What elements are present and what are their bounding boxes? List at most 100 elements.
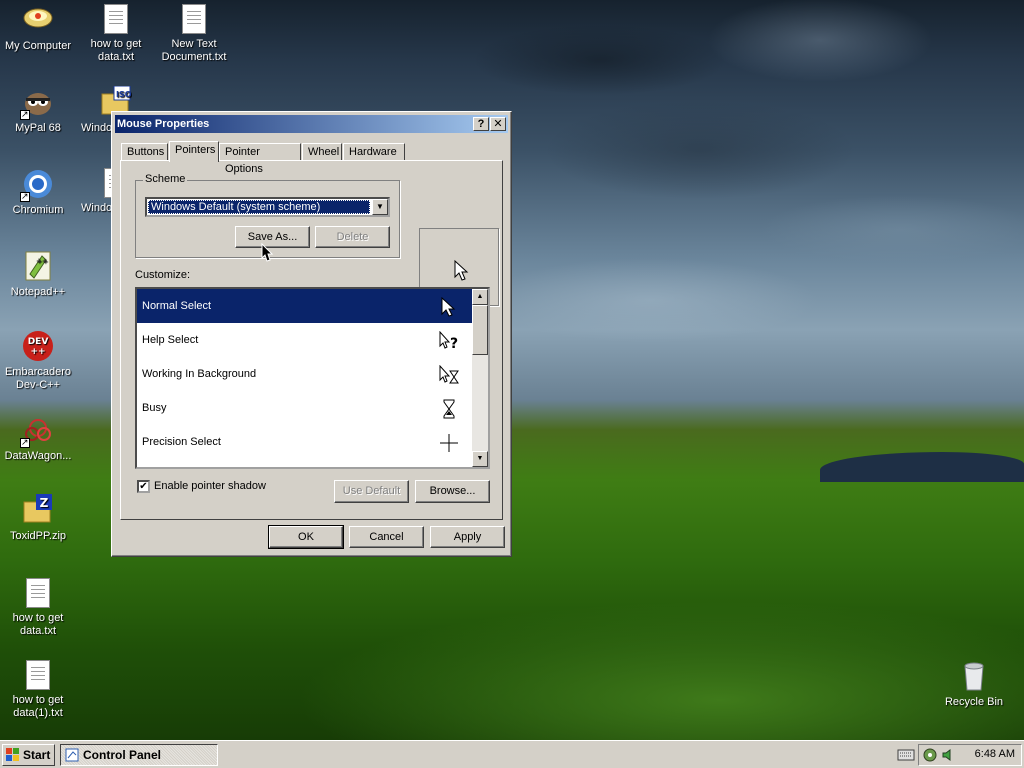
desktop-icon-chromium[interactable]: Chromium xyxy=(0,168,76,217)
control-panel-icon xyxy=(65,748,79,762)
desktop-icon-devcpp[interactable]: DEV ++ Embarcadero Dev-C++ xyxy=(0,330,76,392)
tab-hardware[interactable]: Hardware xyxy=(343,143,405,161)
desktop-icon-label: Embarcadero Dev-C++ xyxy=(4,366,72,391)
notepadpp-icon: ++ xyxy=(22,250,54,282)
shortcut-arrow-icon xyxy=(20,436,30,449)
devcpp-icon: DEV ++ xyxy=(22,330,54,362)
tab-pointer-options[interactable]: Pointer Options xyxy=(219,143,301,175)
list-item-precision-select[interactable]: Precision Select xyxy=(137,425,473,459)
working-pointer-icon xyxy=(439,365,459,384)
desktop-icon-label: how to get data.txt xyxy=(90,38,142,63)
desktop-icon-label: Chromium xyxy=(12,204,64,216)
pointers-tab-panel: Scheme Windows Default (system scheme) ▼… xyxy=(120,160,503,520)
start-label: Start xyxy=(23,748,51,762)
scheme-group-label: Scheme xyxy=(143,173,188,185)
start-button[interactable]: Start xyxy=(2,744,55,766)
desktop-icon-new-text-document[interactable]: New Text Document.txt xyxy=(156,4,232,64)
svg-text:Z: Z xyxy=(40,496,49,510)
taskbar-item-label: Control Panel xyxy=(83,748,162,762)
dialog-title: Mouse Properties xyxy=(117,118,210,130)
scroll-down-icon[interactable]: ▼ xyxy=(472,451,488,467)
windows-logo-icon xyxy=(6,748,19,761)
help-pointer-icon: ? xyxy=(439,331,458,351)
desktop-icon-recycle-bin[interactable]: Recycle Bin xyxy=(936,660,1012,709)
desktop-icon-label: Notepad++ xyxy=(10,286,66,298)
desktop-icon-label: how to get data.txt xyxy=(12,612,64,637)
hourglass-icon xyxy=(443,399,455,419)
mouse-cursor-icon xyxy=(261,243,274,262)
cancel-button[interactable]: Cancel xyxy=(349,526,424,548)
use-default-button[interactable]: Use Default xyxy=(334,480,409,503)
desktop-icon-my-computer[interactable]: My Computer xyxy=(0,4,76,53)
help-button[interactable]: ? xyxy=(473,117,489,131)
list-item-label: Busy xyxy=(142,402,167,414)
scroll-up-icon[interactable]: ▲ xyxy=(472,289,488,305)
close-button[interactable]: ✕ xyxy=(490,117,506,131)
desktop-icon-how-to-get-data-2[interactable]: how to get data.txt xyxy=(0,578,76,638)
desktop-icon-label: My Computer xyxy=(4,40,72,52)
shortcut-arrow-icon xyxy=(20,190,30,203)
scrollbar-thumb[interactable] xyxy=(472,305,488,355)
desktop-icon-label: Recycle Bin xyxy=(944,696,1004,708)
desktop-icon-how-to-get-data[interactable]: how to get data.txt xyxy=(78,4,154,64)
pointer-shadow-checkbox[interactable]: ✔ xyxy=(137,480,150,493)
desktop-icon-datawagon[interactable]: DataWagon... xyxy=(0,414,76,463)
pointer-shadow-label: Enable pointer shadow xyxy=(154,480,266,492)
desktop-icon-label: how to get data(1).txt xyxy=(12,694,64,719)
desktop-icon-label: ToxidPP.zip xyxy=(9,530,67,542)
scheme-dropdown[interactable]: Windows Default (system scheme) ▼ xyxy=(145,197,390,217)
network-icon[interactable] xyxy=(923,748,937,762)
desktop-icon-how-to-get-data-1[interactable]: how to get data(1).txt xyxy=(0,660,76,720)
list-item-normal-select[interactable]: Normal Select xyxy=(137,289,473,323)
taskbar: Start Control Panel 6:48 AM xyxy=(0,740,1024,768)
mypal-browser-icon xyxy=(20,86,54,121)
pointer-listbox[interactable]: Normal Select Help Select ? Working In B… xyxy=(135,287,490,469)
chevron-down-icon[interactable]: ▼ xyxy=(372,199,388,215)
chromium-icon xyxy=(20,168,54,203)
list-item-label: Normal Select xyxy=(142,300,212,312)
volume-icon[interactable] xyxy=(941,748,955,762)
tab-wheel[interactable]: Wheel xyxy=(302,143,342,161)
desktop-icon-label: MyPal 68 xyxy=(15,122,61,134)
list-item-label: Help Select xyxy=(142,334,199,346)
desktop-icon-notepadpp[interactable]: ++ Notepad++ xyxy=(0,250,76,299)
arrow-pointer-icon xyxy=(454,259,469,281)
browse-button[interactable]: Browse... xyxy=(415,480,490,503)
text-file-icon xyxy=(182,4,206,34)
arrow-pointer-icon xyxy=(441,297,456,317)
mouse-properties-dialog: Mouse Properties ? ✕ Buttons Pointers Po… xyxy=(111,111,512,557)
list-item-busy[interactable]: Busy xyxy=(137,391,473,425)
dialog-titlebar[interactable]: Mouse Properties ? ✕ xyxy=(115,115,508,133)
tab-pointers[interactable]: Pointers xyxy=(169,141,219,162)
recycle-bin-icon xyxy=(958,660,990,692)
list-scrollbar[interactable]: ▲ ▼ xyxy=(472,289,488,467)
system-tray: 6:48 AM xyxy=(918,744,1022,766)
svg-text:?: ? xyxy=(450,336,458,351)
my-computer-icon xyxy=(22,4,54,36)
keyboard-icon[interactable] xyxy=(897,748,915,762)
desktop-icon-toxidpp-zip[interactable]: Z ToxidPP.zip xyxy=(0,494,76,543)
tab-buttons[interactable]: Buttons xyxy=(121,143,168,161)
datawagon-icon xyxy=(20,414,54,449)
shortcut-arrow-icon xyxy=(20,108,30,121)
list-item-working-in-background[interactable]: Working In Background xyxy=(137,357,473,391)
taskbar-item-control-panel[interactable]: Control Panel xyxy=(60,744,218,766)
text-file-icon xyxy=(104,4,128,34)
text-file-icon xyxy=(26,660,50,690)
clock[interactable]: 6:48 AM xyxy=(975,748,1015,760)
customize-label: Customize: xyxy=(135,269,191,281)
apply-button[interactable]: Apply xyxy=(430,526,505,548)
zip-folder-icon: Z xyxy=(22,494,54,526)
scheme-dropdown-value: Windows Default (system scheme) xyxy=(148,200,370,214)
ok-button[interactable]: OK xyxy=(268,525,344,549)
desktop-icon-label: New Text Document.txt xyxy=(161,38,227,63)
svg-text:DEV: DEV xyxy=(28,337,49,347)
desktop-icon-label: DataWagon... xyxy=(4,450,72,462)
crosshair-icon xyxy=(440,434,458,452)
delete-button[interactable]: Delete xyxy=(315,226,390,248)
svg-text:++: ++ xyxy=(36,257,48,265)
desktop-icon-mypal[interactable]: MyPal 68 xyxy=(0,86,76,135)
text-file-icon xyxy=(26,578,50,608)
list-item-help-select[interactable]: Help Select ? xyxy=(137,323,473,357)
list-item-label: Precision Select xyxy=(142,436,221,448)
